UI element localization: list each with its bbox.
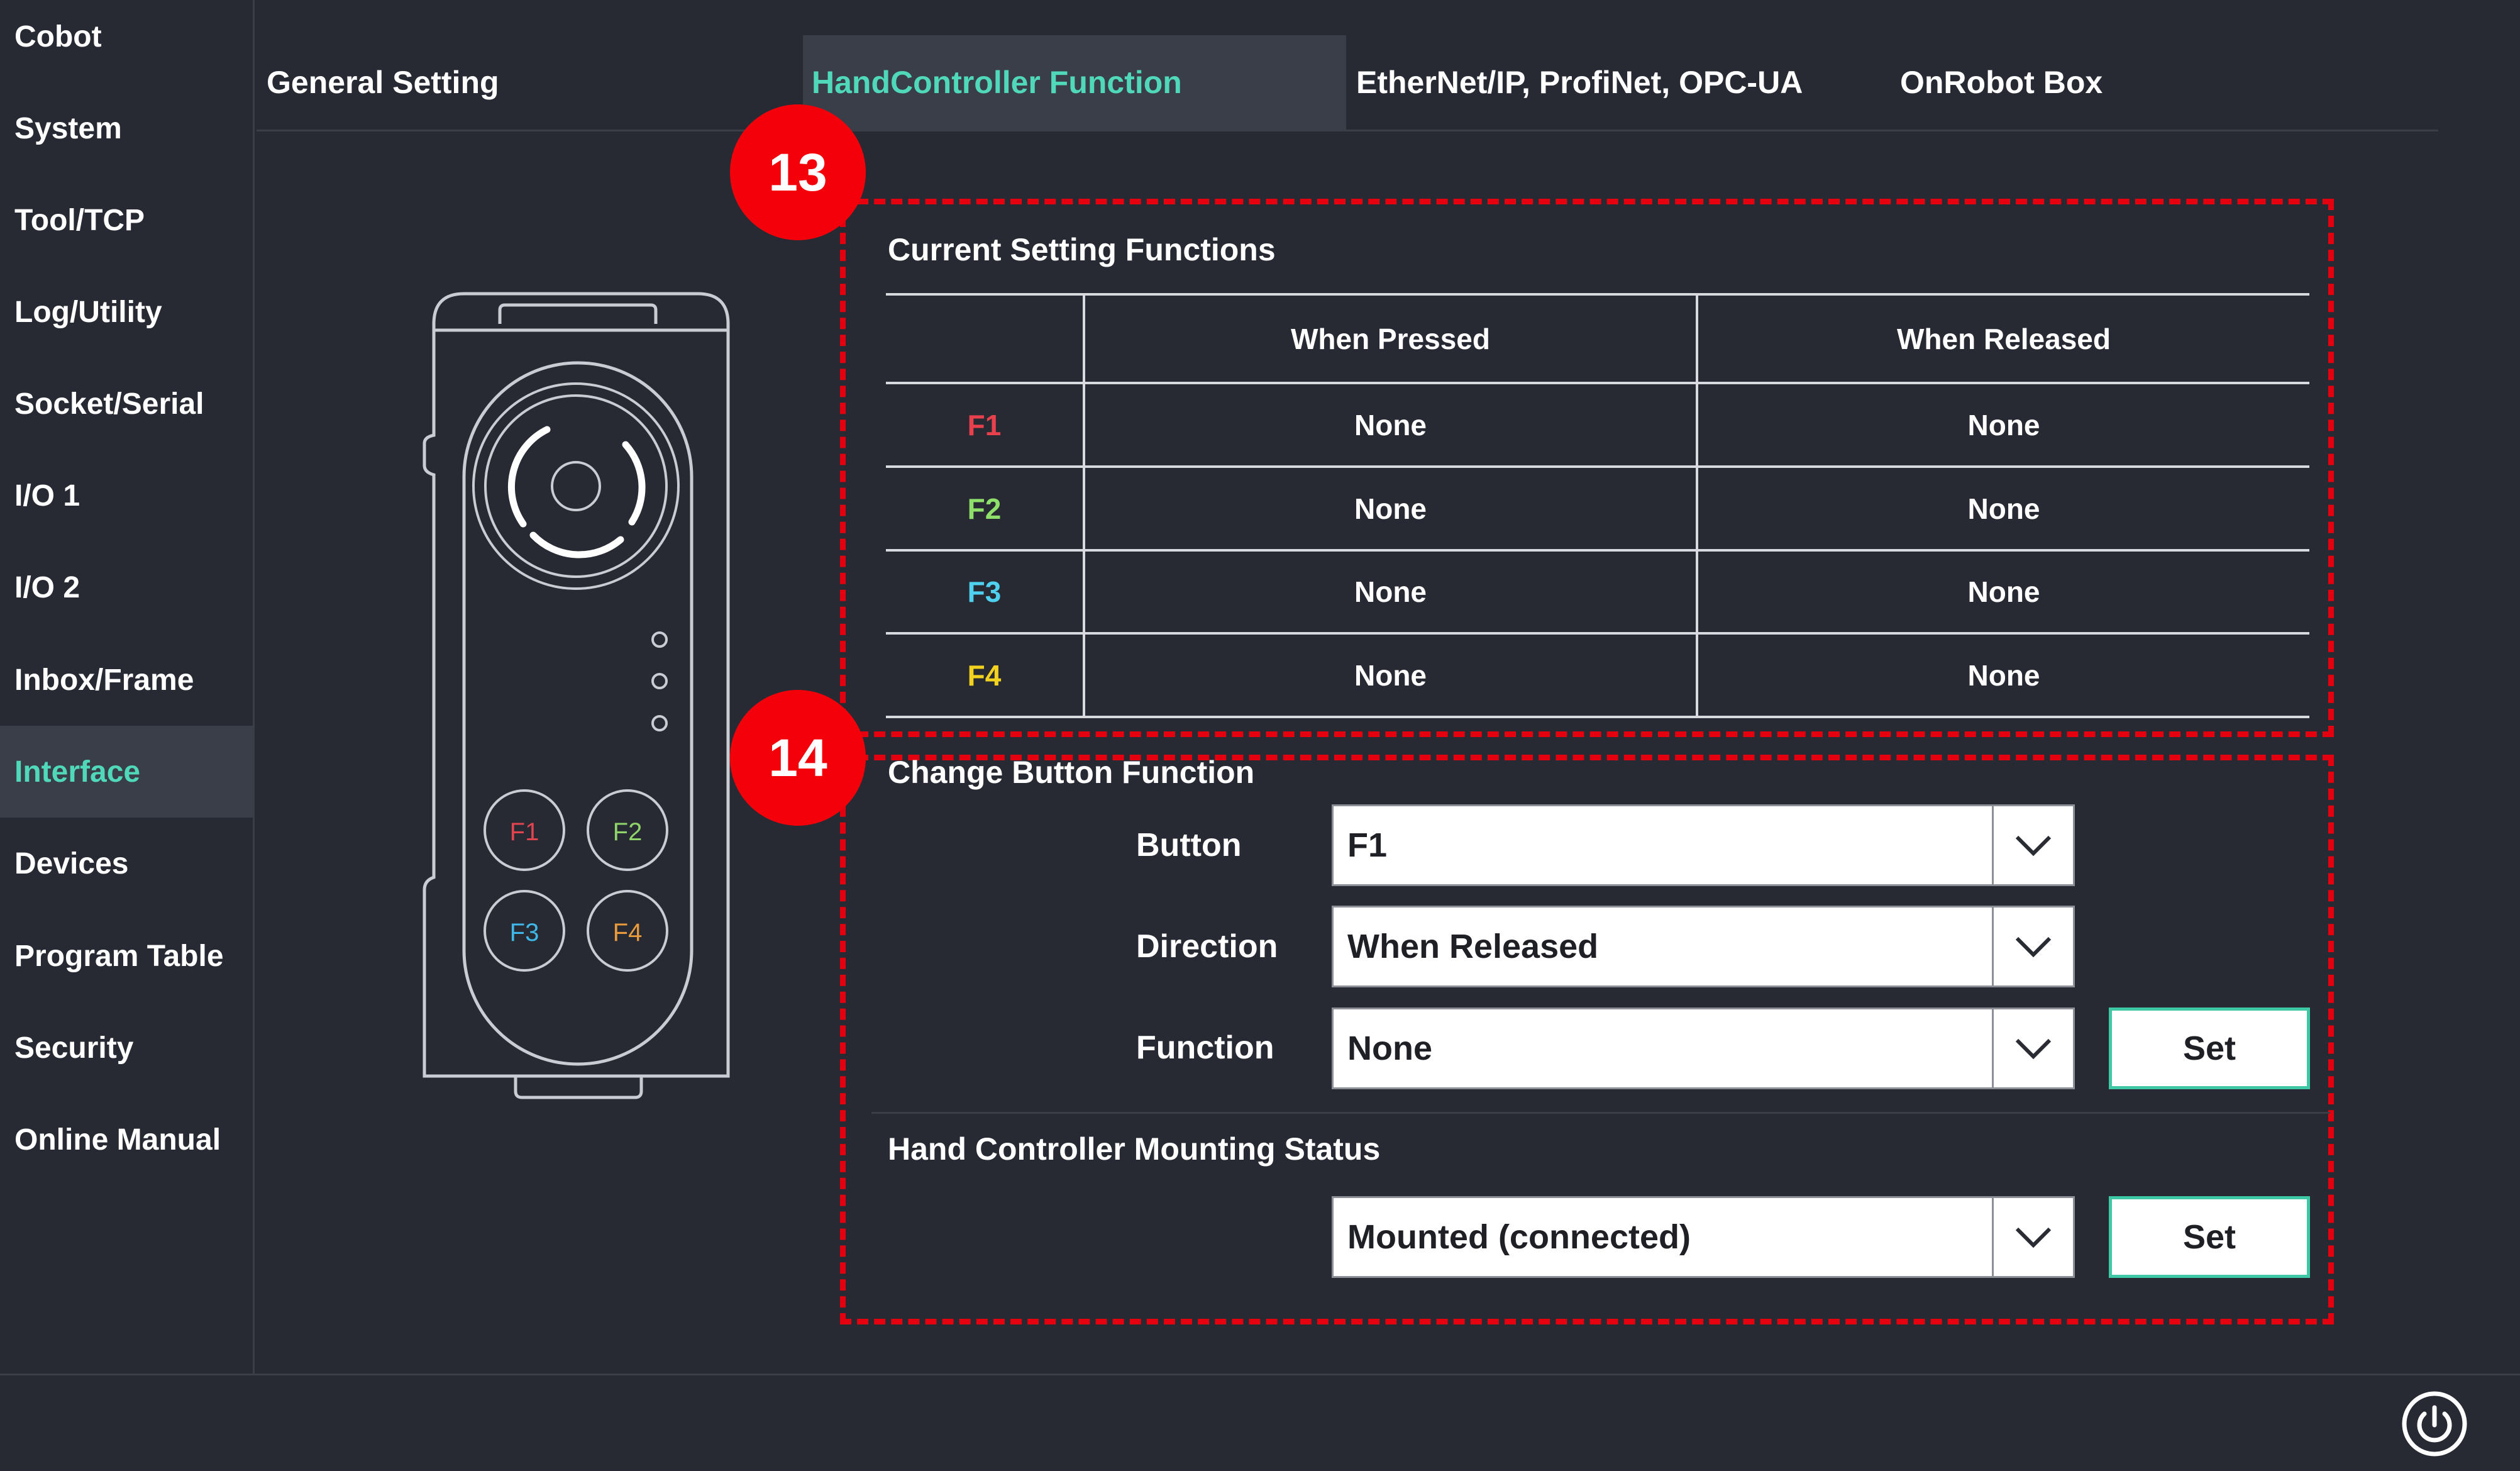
column-header-when-released: When Released <box>1897 322 2111 355</box>
table-cell-released: None <box>1967 492 2040 525</box>
tab-divider <box>257 130 2438 131</box>
sidebar-item-program-table[interactable]: Program Table <box>0 910 253 1002</box>
controller-button-f1: F1 <box>510 818 539 846</box>
direction-select-value: When Released <box>1347 928 1599 965</box>
sidebar-item-system[interactable]: System <box>0 82 253 174</box>
controller-button-f4: F4 <box>613 919 643 946</box>
function-field-label: Function <box>1136 1030 1274 1066</box>
table-cell-pressed: None <box>1354 658 1427 692</box>
table-cell-pressed: None <box>1354 408 1427 441</box>
chevron-down-icon[interactable] <box>1992 1009 2073 1087</box>
tab-handcontroller-function[interactable]: HandController Function <box>803 35 1346 130</box>
sidebar-item-label: Socket/Serial <box>14 387 204 421</box>
tab-general-setting[interactable]: General Setting <box>257 35 797 130</box>
chevron-down-icon[interactable] <box>1992 908 2073 985</box>
chevron-down-icon[interactable] <box>1992 1198 2073 1276</box>
sidebar-item-label: Cobot <box>14 19 102 53</box>
sidebar-item-label: Interface <box>14 755 141 789</box>
function-select[interactable]: None <box>1332 1007 2075 1089</box>
sidebar-item-label: Log/Utility <box>14 295 162 329</box>
sidebar-item-label: Online Manual <box>14 1123 221 1157</box>
table-row-button-f3: F3 <box>967 575 1002 608</box>
button-select-value: F1 <box>1347 826 1388 864</box>
sidebar-item-socket-serial[interactable]: Socket/Serial <box>0 358 253 450</box>
tab-label: EtherNet/IP, ProfiNet, OPC-UA <box>1356 65 1803 100</box>
sidebar-item-label: I/O 2 <box>14 570 80 604</box>
mounting-status-select[interactable]: Mounted (connected) <box>1332 1196 2075 1278</box>
function-select-value: None <box>1347 1030 1432 1067</box>
sidebar-item-security[interactable]: Security <box>0 1002 253 1094</box>
button-select[interactable]: F1 <box>1332 804 2075 886</box>
table-cell-released: None <box>1967 658 2040 692</box>
sidebar-item-online-manual[interactable]: Online Manual <box>0 1094 253 1185</box>
set-mounting-button[interactable]: Set <box>2109 1196 2310 1278</box>
hand-controller-illustration: F1 F2 F3 F4 <box>423 292 730 1099</box>
sidebar-item-interface[interactable]: Interface <box>0 726 253 818</box>
mounting-status-title: Hand Controller Mounting Status <box>888 1131 1381 1167</box>
tab-label: General Setting <box>267 65 499 100</box>
sidebar-item-inbox-frame[interactable]: Inbox/Frame <box>0 634 253 726</box>
bottom-divider <box>0 1374 2520 1375</box>
set-function-button[interactable]: Set <box>2109 1007 2310 1089</box>
tab-onrobot-box[interactable]: OnRobot Box <box>1900 35 2152 130</box>
sidebar-item-label: Tool/TCP <box>14 203 145 237</box>
table-cell-released: None <box>1967 408 2040 441</box>
sidebar: Cobot System Tool/TCP Log/Utility Socket… <box>0 0 255 1374</box>
power-icon[interactable] <box>2401 1390 2468 1458</box>
tab-label: OnRobot Box <box>1900 65 2103 100</box>
column-header-when-pressed: When Pressed <box>1291 322 1490 355</box>
current-settings-title: Current Setting Functions <box>888 232 1276 267</box>
button-field-label: Button <box>1136 827 1242 863</box>
sidebar-item-devices[interactable]: Devices <box>0 818 253 909</box>
sidebar-item-label: Program Table <box>14 939 224 973</box>
sidebar-item-label: Inbox/Frame <box>14 663 194 697</box>
sidebar-item-label: System <box>14 111 122 145</box>
callout-badge-14: 14 <box>730 690 866 826</box>
callout-number: 14 <box>768 728 827 787</box>
sidebar-item-tool-tcp[interactable]: Tool/TCP <box>0 174 253 266</box>
sidebar-item-label: Security <box>14 1031 134 1065</box>
table-rule <box>886 716 2309 718</box>
tab-label: HandController Function <box>812 65 1182 100</box>
table-cell-pressed: None <box>1354 492 1427 525</box>
chevron-down-icon[interactable] <box>1992 806 2073 884</box>
direction-select[interactable]: When Released <box>1332 906 2075 987</box>
controller-button-f3: F3 <box>510 919 539 946</box>
current-settings-table: When Pressed When Released F1 None None … <box>886 293 2309 718</box>
mounting-status-value: Mounted (connected) <box>1347 1218 1691 1256</box>
table-row-button-f4: F4 <box>967 658 1002 692</box>
sidebar-item-label: I/O 1 <box>14 479 80 513</box>
sidebar-item-label: Devices <box>14 847 129 880</box>
controller-button-f2: F2 <box>613 818 643 846</box>
table-cell-released: None <box>1967 575 2040 608</box>
callout-badge-13: 13 <box>730 104 866 240</box>
sidebar-item-io1[interactable]: I/O 1 <box>0 450 253 541</box>
table-row-button-f1: F1 <box>967 408 1002 441</box>
change-function-title: Change Button Function <box>888 755 1255 790</box>
tab-ethernet-ip[interactable]: EtherNet/IP, ProfiNet, OPC-UA <box>1346 35 1899 130</box>
callout-number: 13 <box>768 142 827 202</box>
direction-field-label: Direction <box>1136 928 1278 965</box>
sidebar-item-io2[interactable]: I/O 2 <box>0 541 253 633</box>
table-row-button-f2: F2 <box>967 492 1002 525</box>
section-divider <box>871 1112 2330 1114</box>
table-cell-pressed: None <box>1354 575 1427 608</box>
sidebar-item-cobot[interactable]: Cobot <box>0 0 253 73</box>
sidebar-item-log-utility[interactable]: Log/Utility <box>0 266 253 358</box>
